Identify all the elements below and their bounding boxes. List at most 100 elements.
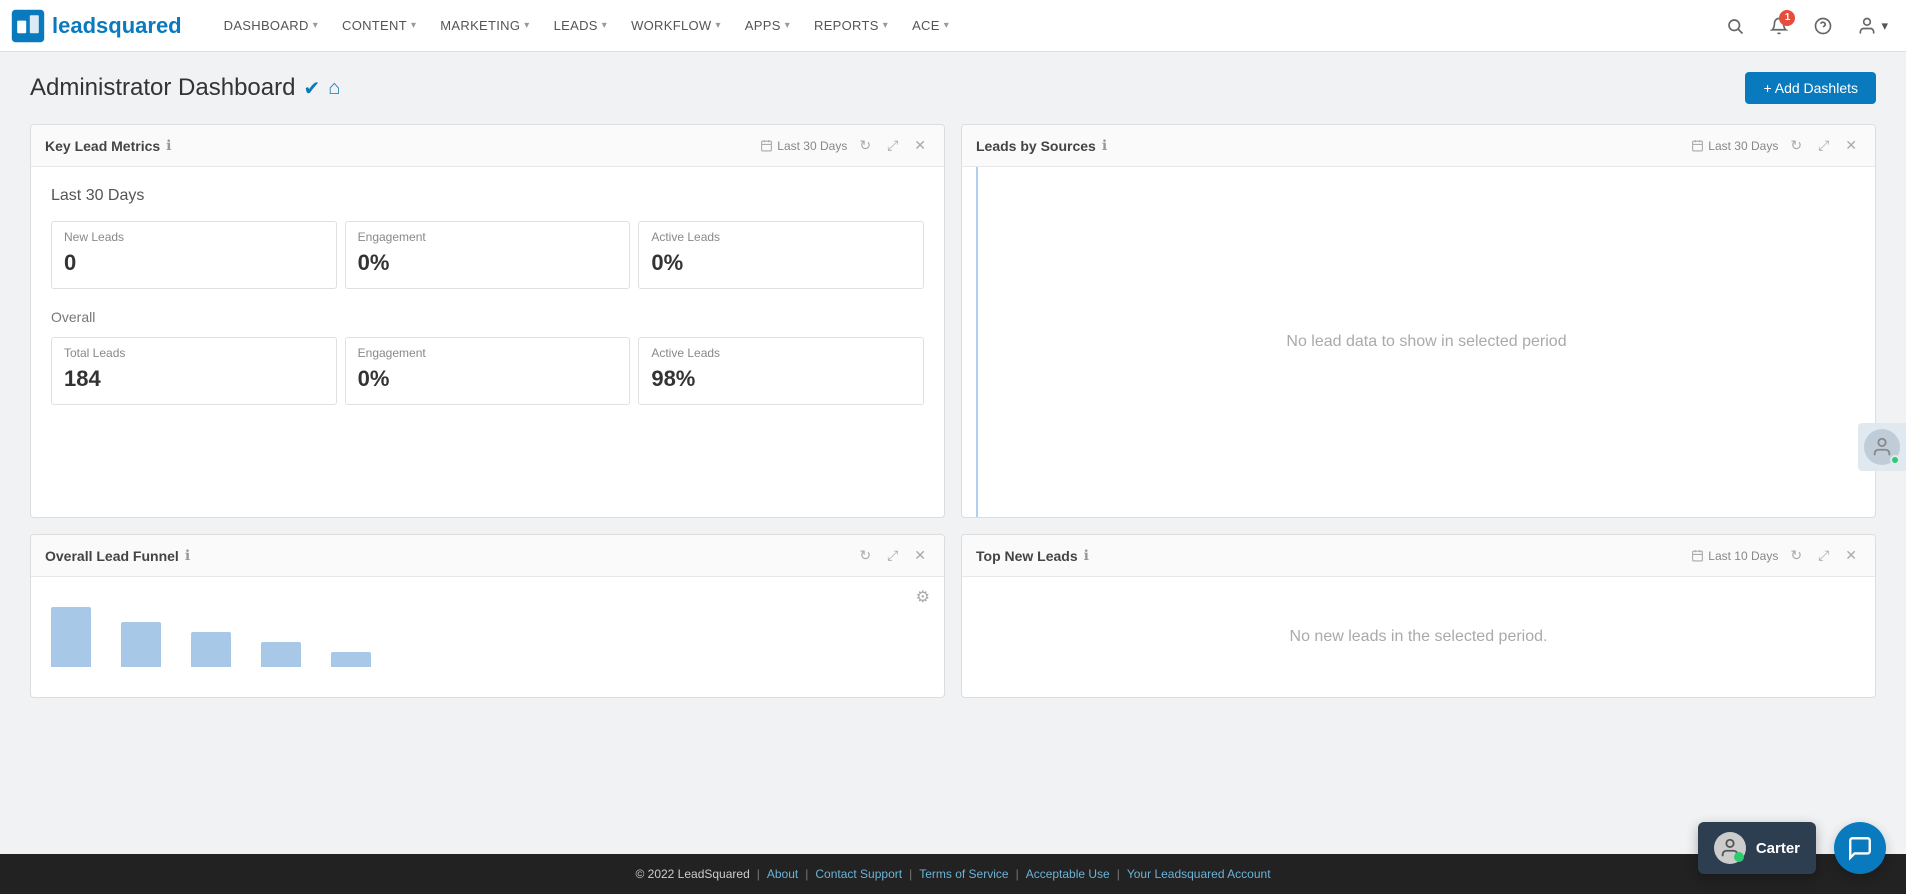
dashlet-title-area: Leads by Sources ℹ — [976, 137, 1107, 154]
metric-cell-engagement-overall: Engagement 0% — [345, 337, 631, 405]
dashlet-top-new-leads: Top New Leads ℹ Last 10 Days ↻ ⤢ ✕ N — [961, 534, 1876, 698]
logo[interactable]: leadsquared — [10, 8, 182, 44]
refresh-button[interactable]: ↻ — [1786, 135, 1806, 156]
metric-cell-label: Active Leads — [651, 230, 911, 244]
metric-cell-label: Engagement — [358, 346, 618, 360]
metric-cell-value: 0 — [64, 250, 324, 276]
help-icon — [1814, 17, 1832, 35]
metric-cell-active-leads-30: Active Leads 0% — [638, 221, 924, 289]
info-icon[interactable]: ℹ — [185, 547, 190, 564]
navbar: leadsquared DASHBOARD ▾ CONTENT ▾ MARKET… — [0, 0, 1906, 52]
dashlet-overall-lead-funnel-header: Overall Lead Funnel ℹ ↻ ⤢ ✕ — [31, 535, 944, 577]
nav-item-ace[interactable]: ACE ▾ — [900, 0, 961, 52]
dashlet-title: Leads by Sources — [976, 138, 1096, 154]
close-button[interactable]: ✕ — [1841, 135, 1861, 156]
chevron-down-icon: ▾ — [785, 20, 790, 31]
add-dashlets-button[interactable]: + Add Dashlets — [1745, 72, 1876, 104]
footer-link-terms[interactable]: Terms of Service — [919, 867, 1008, 881]
footer-link-acceptable-use[interactable]: Acceptable Use — [1026, 867, 1110, 881]
info-icon[interactable]: ℹ — [1102, 137, 1107, 154]
footer-link-contact-support[interactable]: Contact Support — [815, 867, 902, 881]
nav-item-apps[interactable]: APPS ▾ — [733, 0, 802, 52]
bar — [191, 632, 231, 667]
bar — [331, 652, 371, 667]
footer-copyright: © 2022 LeadSquared — [635, 867, 749, 881]
metric-cell-engagement-30: Engagement 0% — [345, 221, 631, 289]
chevron-down-icon: ▾ — [313, 20, 318, 31]
metric-cell-value: 98% — [651, 366, 911, 392]
chat-online-dot — [1734, 852, 1744, 862]
chevron-down-icon: ▾ — [883, 20, 888, 31]
close-button[interactable]: ✕ — [910, 135, 930, 156]
bar — [51, 607, 91, 667]
nav-item-workflow[interactable]: WORKFLOW ▾ — [619, 0, 733, 52]
metric-cell-label: Total Leads — [64, 346, 324, 360]
info-icon[interactable]: ℹ — [1084, 547, 1089, 564]
chevron-down-icon: ▾ — [602, 20, 607, 31]
dashlet-title: Key Lead Metrics — [45, 138, 160, 154]
floating-avatar[interactable] — [1858, 423, 1906, 471]
dashlet-controls: ↻ ⤢ ✕ — [855, 545, 930, 566]
expand-button[interactable]: ⤢ — [1814, 135, 1833, 156]
help-button[interactable] — [1805, 8, 1841, 44]
funnel-bar-2 — [121, 622, 161, 667]
avatar-image — [1864, 429, 1900, 465]
chart-axis-line — [962, 167, 978, 517]
footer-link-about[interactable]: About — [767, 867, 798, 881]
funnel-bar-1 — [51, 607, 91, 667]
nav-item-dashboard[interactable]: DASHBOARD ▾ — [212, 0, 330, 52]
dashlet-controls: Last 30 Days ↻ ⤢ ✕ — [1691, 135, 1861, 156]
chat-widget — [1834, 822, 1886, 874]
overall-metric-row: Total Leads 184 Engagement 0% Active Lea… — [51, 337, 924, 405]
metric-cell-label: Active Leads — [651, 346, 911, 360]
logo-text: leadsquared — [52, 13, 182, 39]
nav-item-content[interactable]: CONTENT ▾ — [330, 0, 428, 52]
footer-link-account[interactable]: Your Leadsquared Account — [1127, 867, 1271, 881]
page-title-area: Administrator Dashboard ✔ ⌂ — [30, 74, 340, 102]
metric-cell-value: 0% — [651, 250, 911, 276]
no-data-message: No lead data to show in selected period — [1286, 333, 1566, 351]
refresh-button[interactable]: ↻ — [855, 135, 875, 156]
notification-badge: 1 — [1779, 10, 1795, 26]
nav-item-reports[interactable]: REPORTS ▾ — [802, 0, 900, 52]
expand-button[interactable]: ⤢ — [1814, 545, 1833, 566]
refresh-button[interactable]: ↻ — [855, 545, 875, 566]
chevron-down-icon: ▾ — [715, 20, 720, 31]
main-content: Administrator Dashboard ✔ ⌂ + Add Dashle… — [0, 52, 1906, 854]
expand-button[interactable]: ⤢ — [883, 545, 902, 566]
chat-bubble-button[interactable] — [1834, 822, 1886, 874]
calendar-icon — [1691, 139, 1704, 152]
chevron-down-icon: ▾ — [524, 20, 529, 31]
dashlet-overall-lead-funnel: Overall Lead Funnel ℹ ↻ ⤢ ✕ ⚙ — [30, 534, 945, 698]
user-avatar-icon — [1871, 436, 1893, 458]
chevron-down-icon: ▾ — [944, 20, 949, 31]
nav-item-marketing[interactable]: MARKETING ▾ — [428, 0, 541, 52]
chat-user-name: Carter — [1756, 840, 1800, 857]
page-header: Administrator Dashboard ✔ ⌂ + Add Dashle… — [30, 72, 1876, 104]
dashlet-controls: Last 10 Days ↻ ⤢ ✕ — [1691, 545, 1861, 566]
refresh-button[interactable]: ↻ — [1786, 545, 1806, 566]
no-data-message: No new leads in the selected period. — [1290, 628, 1548, 646]
metric-cell-label: Engagement — [358, 230, 618, 244]
chart-empty-area: No lead data to show in selected period — [978, 167, 1875, 517]
user-menu-button[interactable]: ▾ — [1849, 8, 1896, 44]
date-range[interactable]: Last 30 Days — [1691, 139, 1778, 153]
expand-button[interactable]: ⤢ — [883, 135, 902, 156]
date-range[interactable]: Last 30 Days — [760, 139, 847, 153]
chat-user-bar[interactable]: Carter — [1698, 822, 1816, 874]
search-button[interactable] — [1717, 8, 1753, 44]
close-button[interactable]: ✕ — [910, 545, 930, 566]
notifications-button[interactable]: 1 — [1761, 8, 1797, 44]
gear-button[interactable]: ⚙ — [916, 587, 930, 607]
date-range[interactable]: Last 10 Days — [1691, 549, 1778, 563]
bar — [261, 642, 301, 667]
funnel-bar-5 — [331, 652, 371, 667]
dashlet-title-area: Key Lead Metrics ℹ — [45, 137, 172, 154]
dashlet-title: Overall Lead Funnel — [45, 548, 179, 564]
home-icon[interactable]: ⌂ — [328, 77, 340, 100]
metric-period-label: Last 30 Days — [51, 187, 924, 205]
info-icon[interactable]: ℹ — [166, 137, 171, 154]
nav-item-leads[interactable]: LEADS ▾ — [542, 0, 619, 52]
dashlet-top-new-leads-header: Top New Leads ℹ Last 10 Days ↻ ⤢ ✕ — [962, 535, 1875, 577]
close-button[interactable]: ✕ — [1841, 545, 1861, 566]
